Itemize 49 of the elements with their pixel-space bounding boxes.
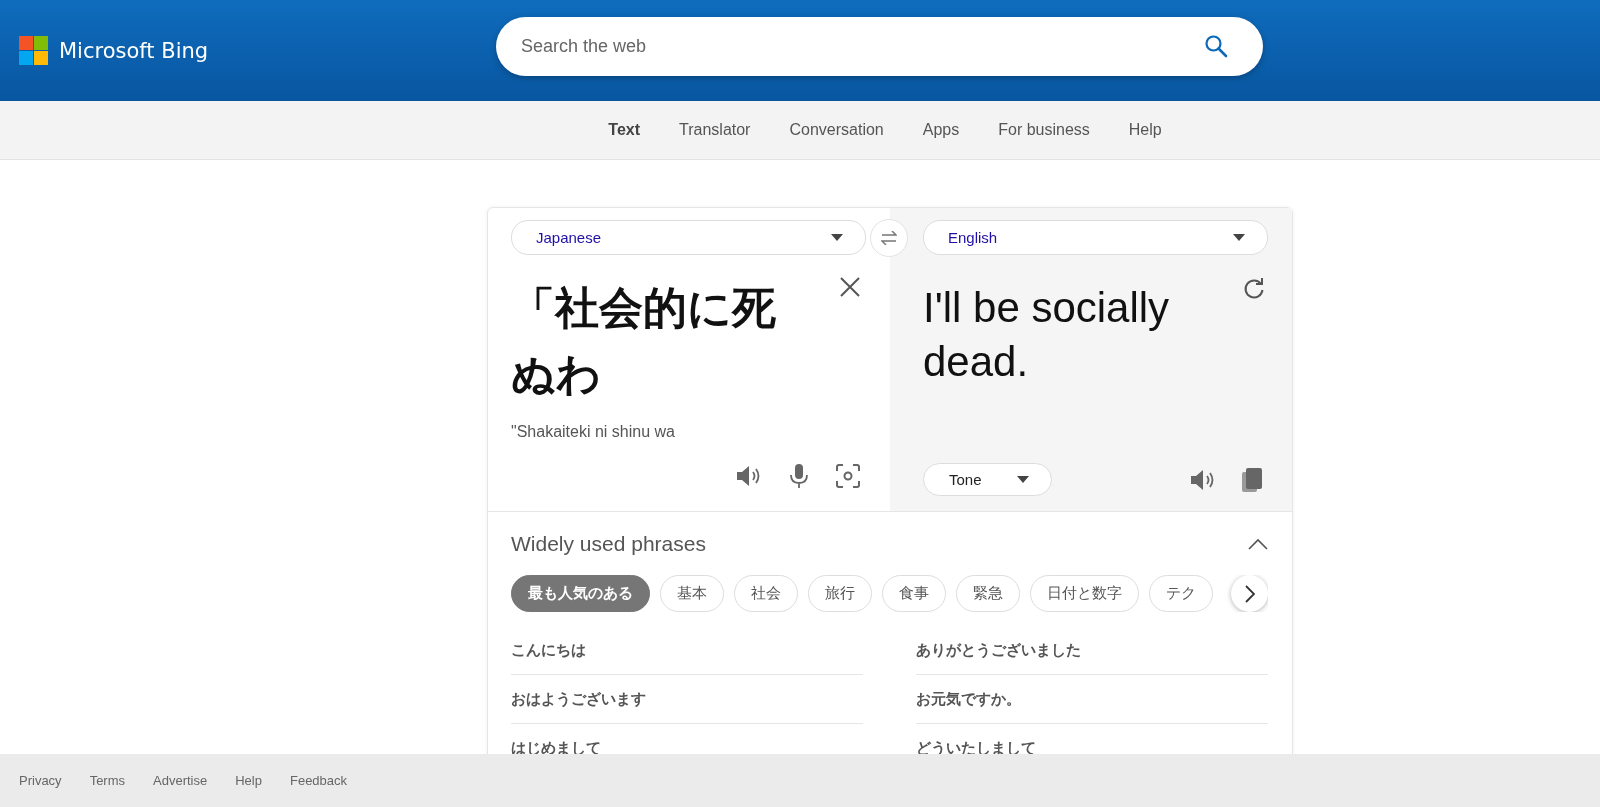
- caret-icon: [831, 234, 843, 241]
- phrase-link[interactable]: おはようございます: [511, 689, 646, 709]
- search-field[interactable]: Search the web: [496, 17, 1263, 76]
- category-chip[interactable]: 旅行: [808, 575, 872, 612]
- swap-languages-button[interactable]: [870, 219, 908, 257]
- translation-text: I'll be socially dead.: [923, 283, 1171, 387]
- category-chip[interactable]: 社会: [734, 575, 798, 612]
- romanization-text: "Shakaiteki ni shinu wa: [511, 423, 676, 441]
- windows-logo-icon: [19, 36, 48, 65]
- copy-icon[interactable]: [1242, 467, 1262, 492]
- phrase-link[interactable]: お元気ですか。: [916, 689, 1021, 709]
- caret-icon: [1017, 476, 1029, 483]
- footer-link[interactable]: Terms: [89, 773, 125, 788]
- phrase-link[interactable]: こんにちは: [511, 640, 586, 660]
- tone-select[interactable]: Tone: [923, 463, 1052, 496]
- footer-link[interactable]: Feedback: [289, 773, 348, 788]
- nav-tab[interactable]: Translator: [679, 121, 751, 139]
- collapse-chevron-icon[interactable]: [1248, 538, 1268, 550]
- footer-link[interactable]: Help: [235, 773, 262, 788]
- language-select[interactable]: English: [923, 220, 1268, 255]
- category-chip[interactable]: 緊急: [956, 575, 1020, 612]
- nav-tab[interactable]: For business: [998, 121, 1090, 139]
- camera-icon[interactable]: [836, 464, 860, 488]
- category-chip[interactable]: 日付と数字: [1030, 575, 1139, 612]
- search-icon[interactable]: [1204, 34, 1228, 58]
- section-title: Widely used phrases: [511, 532, 706, 556]
- nav-tab[interactable]: Conversation: [789, 121, 884, 139]
- nav-tab[interactable]: Text: [608, 121, 640, 139]
- next-button[interactable]: [1231, 575, 1268, 612]
- phrase-link[interactable]: ありがとうございました: [916, 640, 1081, 660]
- nav-tab[interactable]: Apps: [922, 121, 960, 139]
- category-chip[interactable]: テク: [1149, 575, 1213, 612]
- speaker-icon[interactable]: [1190, 468, 1216, 491]
- speaker-icon[interactable]: [736, 465, 762, 487]
- footer-link[interactable]: Advertise: [153, 773, 208, 788]
- category-chip[interactable]: 基本: [660, 575, 724, 612]
- microphone-icon[interactable]: [790, 464, 808, 488]
- chevron-right-icon: [1244, 584, 1255, 603]
- footer-link[interactable]: Privacy: [19, 773, 62, 788]
- category-chip[interactable]: 最も人気のある: [511, 575, 650, 612]
- logo-text[interactable]: Microsoft Bing: [59, 38, 209, 63]
- source-text[interactable]: 「社会的に死ぬわ: [511, 275, 811, 420]
- swap-icon: [881, 231, 897, 245]
- refresh-icon[interactable]: [1243, 278, 1265, 300]
- nav-tab[interactable]: Help: [1128, 121, 1162, 139]
- caret-icon: [1233, 234, 1245, 241]
- close-icon[interactable]: [840, 277, 860, 297]
- category-chip[interactable]: 食事: [882, 575, 946, 612]
- language-select[interactable]: Japanese: [511, 220, 866, 255]
